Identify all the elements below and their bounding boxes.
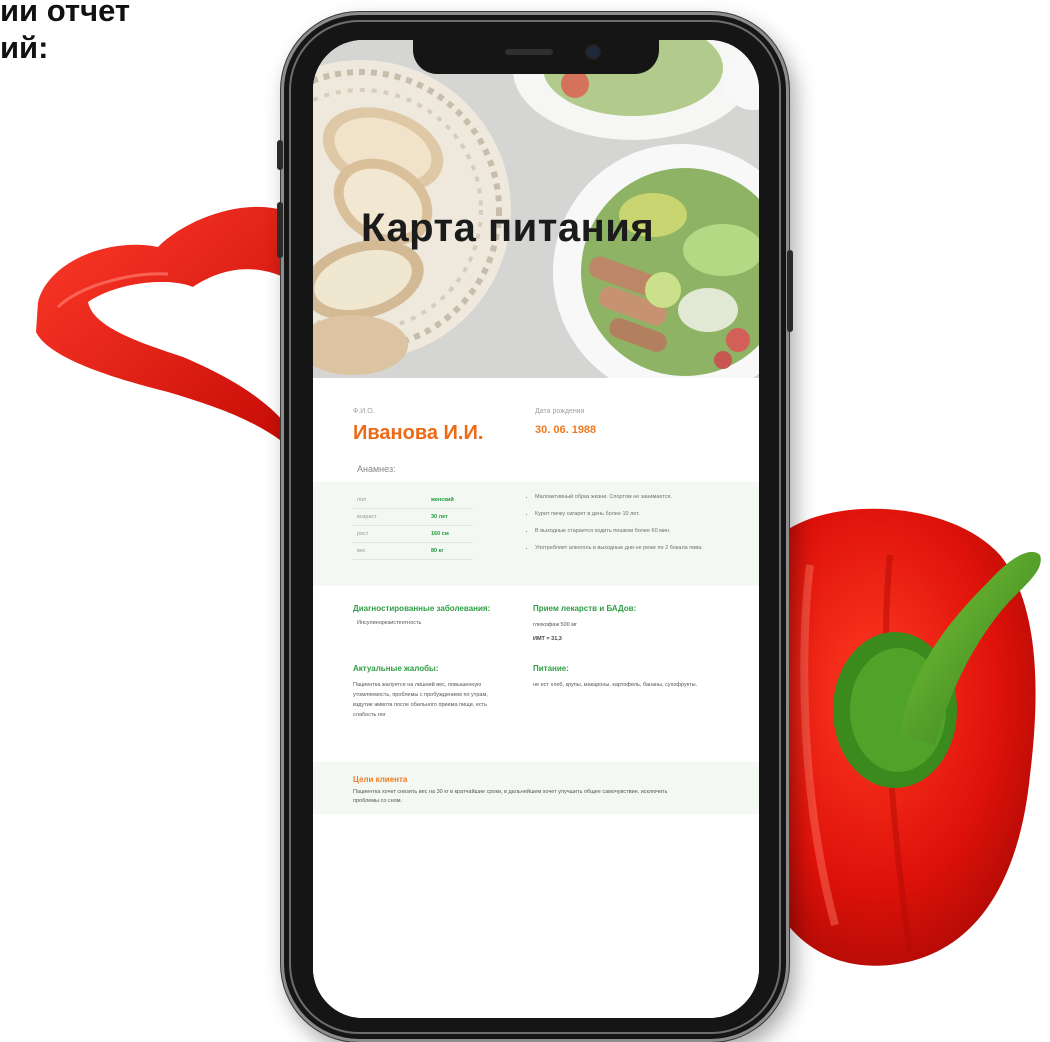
nutrition-card: Ф.И.О. Иванова И.И. Дата рождения 30. 06… — [313, 378, 759, 1018]
goals-text: Пациентка хочет снизить вес на 30 кг в к… — [353, 789, 668, 804]
stat-label: вес — [353, 542, 427, 560]
page-heading-line-2: ий: — [0, 30, 49, 65]
complaints-text: Пациентка жалуется на лишний вес, повыше… — [353, 682, 488, 718]
diagnosed-text: Инсулинорезистентность — [357, 620, 422, 626]
stat-label: рост — [353, 525, 427, 543]
list-item: Употребляет алкоголь в выходные дни не р… — [535, 545, 755, 552]
anamnez-label: Анамнез: — [357, 464, 396, 474]
page-heading: ии отчет ий: — [0, 0, 130, 66]
document-title: Карта питания — [361, 206, 655, 250]
page-heading-line-1: ии отчет — [0, 0, 131, 28]
phone-mockup: Карта питания Ф.И.О. Иванова И.И. Дата р… — [277, 12, 793, 1042]
dob-label: Дата рождения — [535, 408, 585, 415]
table-row: вес 80 кг — [353, 542, 473, 560]
stat-value: 30 лет — [427, 508, 473, 526]
pepper-ring-image — [36, 206, 293, 440]
speaker-icon — [505, 49, 553, 55]
patient-name: Иванова И.И. — [353, 422, 484, 444]
list-item: Малоактивный образ жизни. Спортом не зан… — [535, 494, 755, 501]
table-row: пол женский — [353, 492, 473, 509]
fio-label: Ф.И.О. — [353, 408, 375, 415]
table-row: рост 160 см — [353, 525, 473, 543]
phone-side-button-left-2 — [277, 202, 283, 258]
list-item: Курит пачку сигарет в день более 10 лет. — [535, 511, 755, 518]
nutrition-text: не ест хлеб, крупы, макароны, картофель,… — [533, 682, 698, 688]
phone-notch — [413, 40, 659, 74]
anamnez-list: Малоактивный образ жизни. Спортом не зан… — [525, 494, 755, 562]
patient-dob: 30. 06. 1988 — [535, 424, 597, 436]
phone-side-button-right — [787, 250, 793, 332]
stat-value: 80 кг — [427, 542, 473, 560]
meds-heading: Прием лекарств и БАДов: — [533, 604, 637, 613]
stat-label: возраст — [353, 508, 427, 526]
table-row: возраст 30 лет — [353, 508, 473, 526]
diagnosed-heading: Диагностированные заболевания: — [353, 604, 491, 613]
meds-text: глюкофаж 500 мг — [533, 622, 578, 628]
phone-side-button-left — [277, 140, 283, 170]
stats-table: пол женский возраст 30 лет рост 160 см в… — [353, 492, 473, 560]
list-item: В выходные старается ходить пешком более… — [535, 528, 755, 535]
stat-value: 160 см — [427, 525, 473, 543]
complaints-heading: Актуальные жалобы: — [353, 664, 439, 673]
stat-label: пол — [353, 492, 427, 509]
goals-heading: Цели клиента — [353, 775, 408, 784]
phone-screen: Карта питания Ф.И.О. Иванова И.И. Дата р… — [313, 40, 759, 1018]
nutrition-heading: Питание: — [533, 664, 569, 673]
bmi-text: ИМТ = 31,3 — [533, 636, 562, 642]
stat-value: женский — [427, 492, 473, 509]
camera-icon — [587, 46, 599, 58]
hero-food-image: Карта питания — [313, 40, 759, 378]
